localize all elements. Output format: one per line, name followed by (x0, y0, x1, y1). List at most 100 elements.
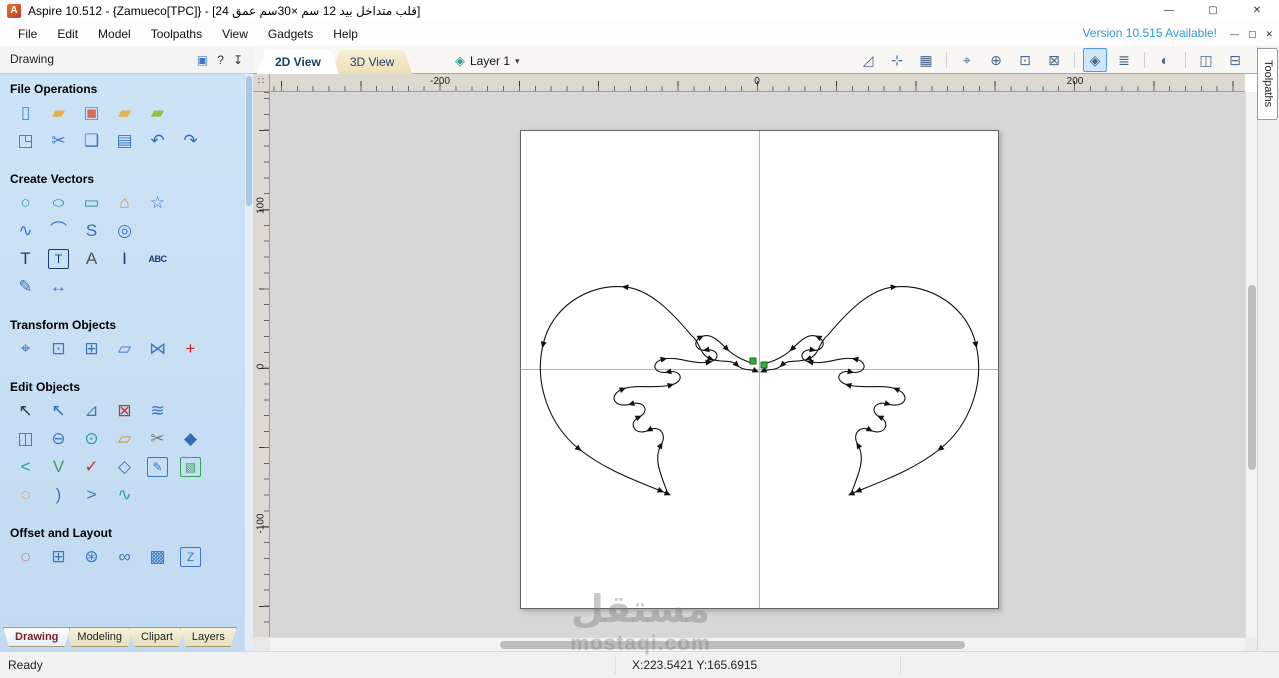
doc-close-button[interactable]: ✕ (1265, 29, 1273, 40)
selection-handle[interactable] (749, 357, 757, 365)
join-vectors-icon[interactable]: V (45, 454, 72, 480)
align-objects-icon[interactable]: + (177, 336, 204, 362)
distort-object-icon[interactable]: ▱ (111, 336, 138, 362)
version-available-link[interactable]: Version 10.515 Available! (1082, 22, 1217, 45)
set-size-icon[interactable]: ⊡ (45, 336, 72, 362)
doc-restore-button[interactable]: ▢ (1248, 29, 1257, 40)
menu-help[interactable]: Help (323, 23, 368, 46)
draw-star-icon[interactable]: ☆ (144, 190, 171, 216)
spray-edit-icon[interactable]: ≋ (144, 398, 171, 424)
measure-tool-icon[interactable]: ⊿ (78, 398, 105, 424)
select-text-icon[interactable]: A (78, 246, 105, 272)
subtract-vectors-icon[interactable]: ⊖ (45, 426, 72, 452)
draw-arc-icon[interactable]: ⌒ (45, 218, 72, 244)
heart-left-inner-lower[interactable] (613, 335, 757, 495)
auto-layout-icon[interactable]: Z (180, 547, 201, 567)
draw-circle-icon[interactable]: ○ (12, 190, 39, 216)
new-file-icon[interactable]: ▯ (12, 100, 39, 126)
preview-shading-icon[interactable]: ◐ (1153, 48, 1177, 72)
snap-toggle-icon[interactable]: ◈ (1083, 48, 1107, 72)
smooth-tool-icon[interactable]: ∿ (111, 482, 138, 508)
redo-icon[interactable]: ↷ (177, 128, 204, 154)
panel-tab-modeling[interactable]: Modeling (65, 627, 134, 647)
heart-right-outline[interactable] (827, 284, 980, 496)
mirror-object-icon[interactable]: ⋈ (144, 336, 171, 362)
save-file-icon[interactable]: ▣ (78, 100, 105, 126)
weld-vectors-icon[interactable]: ◫ (12, 426, 39, 452)
draw-s-curve-icon[interactable]: S (78, 218, 105, 244)
grid-toggle-icon[interactable]: ▦ (914, 48, 938, 72)
select-tool-icon[interactable]: ↖ (12, 398, 39, 424)
erase-vectors-icon[interactable]: ▱ (111, 426, 138, 452)
polyline-tool-icon[interactable]: > (78, 482, 105, 508)
edit-bitmap-icon[interactable]: ✎ (147, 457, 168, 477)
panel-tab-clipart[interactable]: Clipart (129, 627, 185, 647)
draw-text-icon[interactable]: T (12, 246, 39, 272)
panel-scrollbar[interactable] (245, 74, 253, 651)
nest-objects-icon[interactable]: ▩ (144, 544, 171, 570)
vertical-text-icon[interactable]: I (111, 246, 138, 272)
heart-left-outline[interactable] (539, 284, 692, 496)
tile-vertical-icon[interactable]: ⊟ (1223, 48, 1247, 72)
circular-copy-icon[interactable]: ⊛ (78, 544, 105, 570)
menu-toolpaths[interactable]: Toolpaths (141, 23, 212, 46)
offset-vectors-icon[interactable]: ◌ (12, 544, 39, 570)
menu-file[interactable]: File (8, 23, 47, 46)
paste-icon[interactable]: ▤ (111, 128, 138, 154)
pan-view-icon[interactable]: ⌖ (955, 48, 979, 72)
undo-icon[interactable]: ↶ (144, 128, 171, 154)
selection-handle[interactable] (760, 361, 768, 369)
ruler-origin-button[interactable]: ∷ (253, 74, 270, 92)
exchange-tool-icon[interactable]: ◇ (111, 454, 138, 480)
horizontal-scrollbar[interactable] (270, 637, 1245, 651)
drawing-canvas[interactable] (270, 92, 1245, 637)
heart-left-piece[interactable] (539, 284, 760, 496)
heart-right-piece[interactable] (759, 284, 980, 496)
draw-curve-icon[interactable]: ∿ (12, 218, 39, 244)
heart-left-inner-upper[interactable] (690, 334, 760, 373)
doc-minimize-button[interactable]: — (1230, 29, 1239, 39)
zoom-window-icon[interactable]: ⊡ (1013, 48, 1037, 72)
panel-scrollbar-thumb[interactable] (246, 76, 252, 206)
heart-right-inner-lower[interactable] (762, 335, 906, 495)
layer-selector[interactable]: ◈ Layer 1 ▾ (455, 49, 520, 73)
toolpaths-flyout-tab[interactable]: Toolpaths (1257, 48, 1278, 120)
snap-nodes-icon[interactable]: ⊹ (885, 48, 909, 72)
dimension-tool-icon[interactable]: ↔ (45, 274, 72, 300)
array-copy-icon[interactable]: ⊞ (45, 544, 72, 570)
draw-polygon-icon[interactable]: ⌂ (111, 190, 138, 216)
delete-object-icon[interactable]: ⊠ (111, 398, 138, 424)
vector-boundary-icon[interactable]: ◌ (12, 482, 39, 508)
job-setup-icon[interactable]: ◳ (12, 128, 39, 154)
copy-icon[interactable]: ❏ (78, 128, 105, 154)
trim-vectors-icon[interactable]: ✂ (144, 426, 171, 452)
view-tab-3d-view[interactable]: 3D View (332, 50, 412, 74)
close-button[interactable]: ✕ (1235, 0, 1279, 22)
panel-help-icon[interactable]: ? (217, 53, 224, 67)
export-vectors-icon[interactable]: ▰ (144, 100, 171, 126)
draw-ellipse-icon[interactable]: ○ (38, 190, 79, 216)
menu-edit[interactable]: Edit (47, 23, 88, 46)
vertical-scrollbar[interactable] (1245, 92, 1257, 637)
maximize-button[interactable]: ▢ (1191, 0, 1235, 22)
panel-pin-icon[interactable]: ↧ (233, 53, 243, 67)
fillet-tool-icon[interactable]: < (12, 454, 39, 480)
draw-text-box-icon[interactable]: T (48, 249, 69, 269)
heart-right-inner-upper[interactable] (759, 334, 829, 373)
fit-curves-icon[interactable]: ✓ (78, 454, 105, 480)
copy-along-path-icon[interactable]: ∞ (111, 544, 138, 570)
zoom-in-icon[interactable]: ⊕ (984, 48, 1008, 72)
view-tab-2d-view[interactable]: 2D View (257, 50, 339, 74)
vector-texture-icon[interactable]: ◎ (111, 218, 138, 244)
overlap-vectors-icon[interactable]: ⊙ (78, 426, 105, 452)
zoom-extents-icon[interactable]: ⊠ (1042, 48, 1066, 72)
vertical-scrollbar-thumb[interactable] (1248, 285, 1256, 470)
tile-horizontal-icon[interactable]: ◫ (1194, 48, 1218, 72)
panel-tab-drawing[interactable]: Drawing (3, 627, 70, 647)
draw-rectangle-icon[interactable]: ▭ (78, 190, 105, 216)
open-file-icon[interactable]: ▰ (45, 100, 72, 126)
crop-bitmap-icon[interactable]: ▧ (180, 457, 201, 477)
guides-toggle-icon[interactable]: ≣ (1112, 48, 1136, 72)
panel-tab-layers[interactable]: Layers (180, 627, 237, 647)
node-editing-icon[interactable]: ↖ (45, 398, 72, 424)
